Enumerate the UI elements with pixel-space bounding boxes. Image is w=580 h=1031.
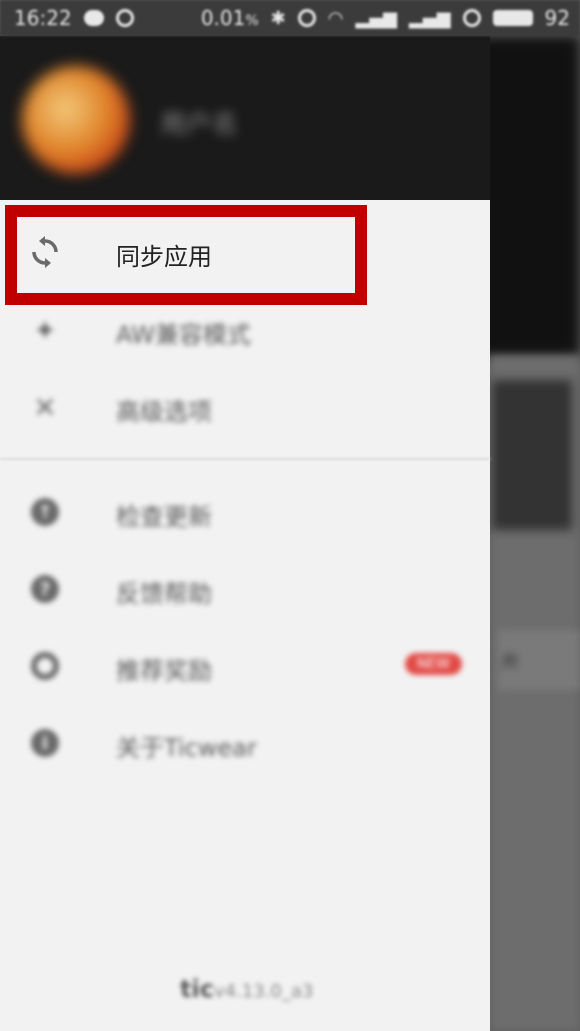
- menu-item-label: 高级选项: [116, 398, 212, 426]
- menu-item-about-ticwear[interactable]: i 关于Ticwear: [0, 708, 490, 778]
- status-time: 16:22: [14, 6, 72, 30]
- message-icon: [83, 10, 104, 26]
- menu-item-check-update[interactable]: ↑ 检查更新: [0, 477, 490, 547]
- background-app-label: 片: [498, 630, 580, 690]
- battery-icon: [492, 10, 533, 26]
- reward-icon: [28, 649, 62, 683]
- menu-item-label: AW兼容模式: [116, 321, 251, 349]
- menu-divider: [0, 458, 490, 460]
- battery-level: 92: [544, 6, 570, 30]
- drawer-header: 用户名: [0, 36, 490, 201]
- network-speed: 0.01%: [200, 6, 259, 30]
- brand-logo: tic: [180, 975, 214, 1003]
- menu-item-label: 关于Ticwear: [116, 734, 257, 762]
- status-bar: 16:22 0.01% ✱ ◠ ▂▄▆ ▂▄▆ 92: [0, 0, 580, 36]
- background-app-card: [492, 380, 572, 530]
- menu-item-aw-compat-mode[interactable]: ✦ AW兼容模式: [0, 295, 490, 365]
- highlight-box: [5, 205, 367, 305]
- signal-icon: ▂▄▆: [355, 7, 398, 29]
- tools-icon: ✕: [33, 390, 57, 424]
- menu-item-feedback-help[interactable]: ? 反馈帮助: [0, 554, 490, 624]
- menu-item-advanced-options[interactable]: ✕ 高级选项: [0, 372, 490, 442]
- update-icon: ↑: [28, 495, 62, 529]
- notification-icon: [115, 9, 134, 27]
- menu-item-label: 推荐奖励: [116, 657, 212, 685]
- app-version: ticv4.13.0_a3: [180, 975, 313, 1003]
- username[interactable]: 用户名: [160, 104, 238, 141]
- sync-status-icon: [462, 9, 481, 27]
- screen: 片 16:22 0.01% ✱ ◠ ▂▄▆ ▂▄▆ 92 用户名 同步应用 ✦ …: [0, 0, 580, 1031]
- version-text: v4.13.0_a3: [213, 981, 314, 1002]
- puzzle-icon: ✦: [33, 313, 57, 347]
- avatar[interactable]: [22, 66, 130, 174]
- menu-item-label: 反馈帮助: [116, 580, 212, 608]
- menu-item-referral-reward[interactable]: 推荐奖励 NEW: [0, 631, 490, 701]
- new-badge: NEW: [404, 653, 462, 675]
- wifi-icon: ◠: [327, 7, 344, 29]
- menu-item-label: 检查更新: [116, 503, 212, 531]
- navigation-drawer: 同步应用 ✦ AW兼容模式 ✕ 高级选项 ↑ 检查更新 ? 反馈帮助 推荐奖励 …: [0, 200, 490, 1031]
- info-icon: i: [28, 726, 62, 760]
- help-icon: ?: [28, 572, 62, 606]
- bluetooth-icon: ✱: [270, 7, 286, 29]
- alarm-icon: [297, 9, 316, 27]
- signal-2-icon: ▂▄▆: [409, 7, 451, 29]
